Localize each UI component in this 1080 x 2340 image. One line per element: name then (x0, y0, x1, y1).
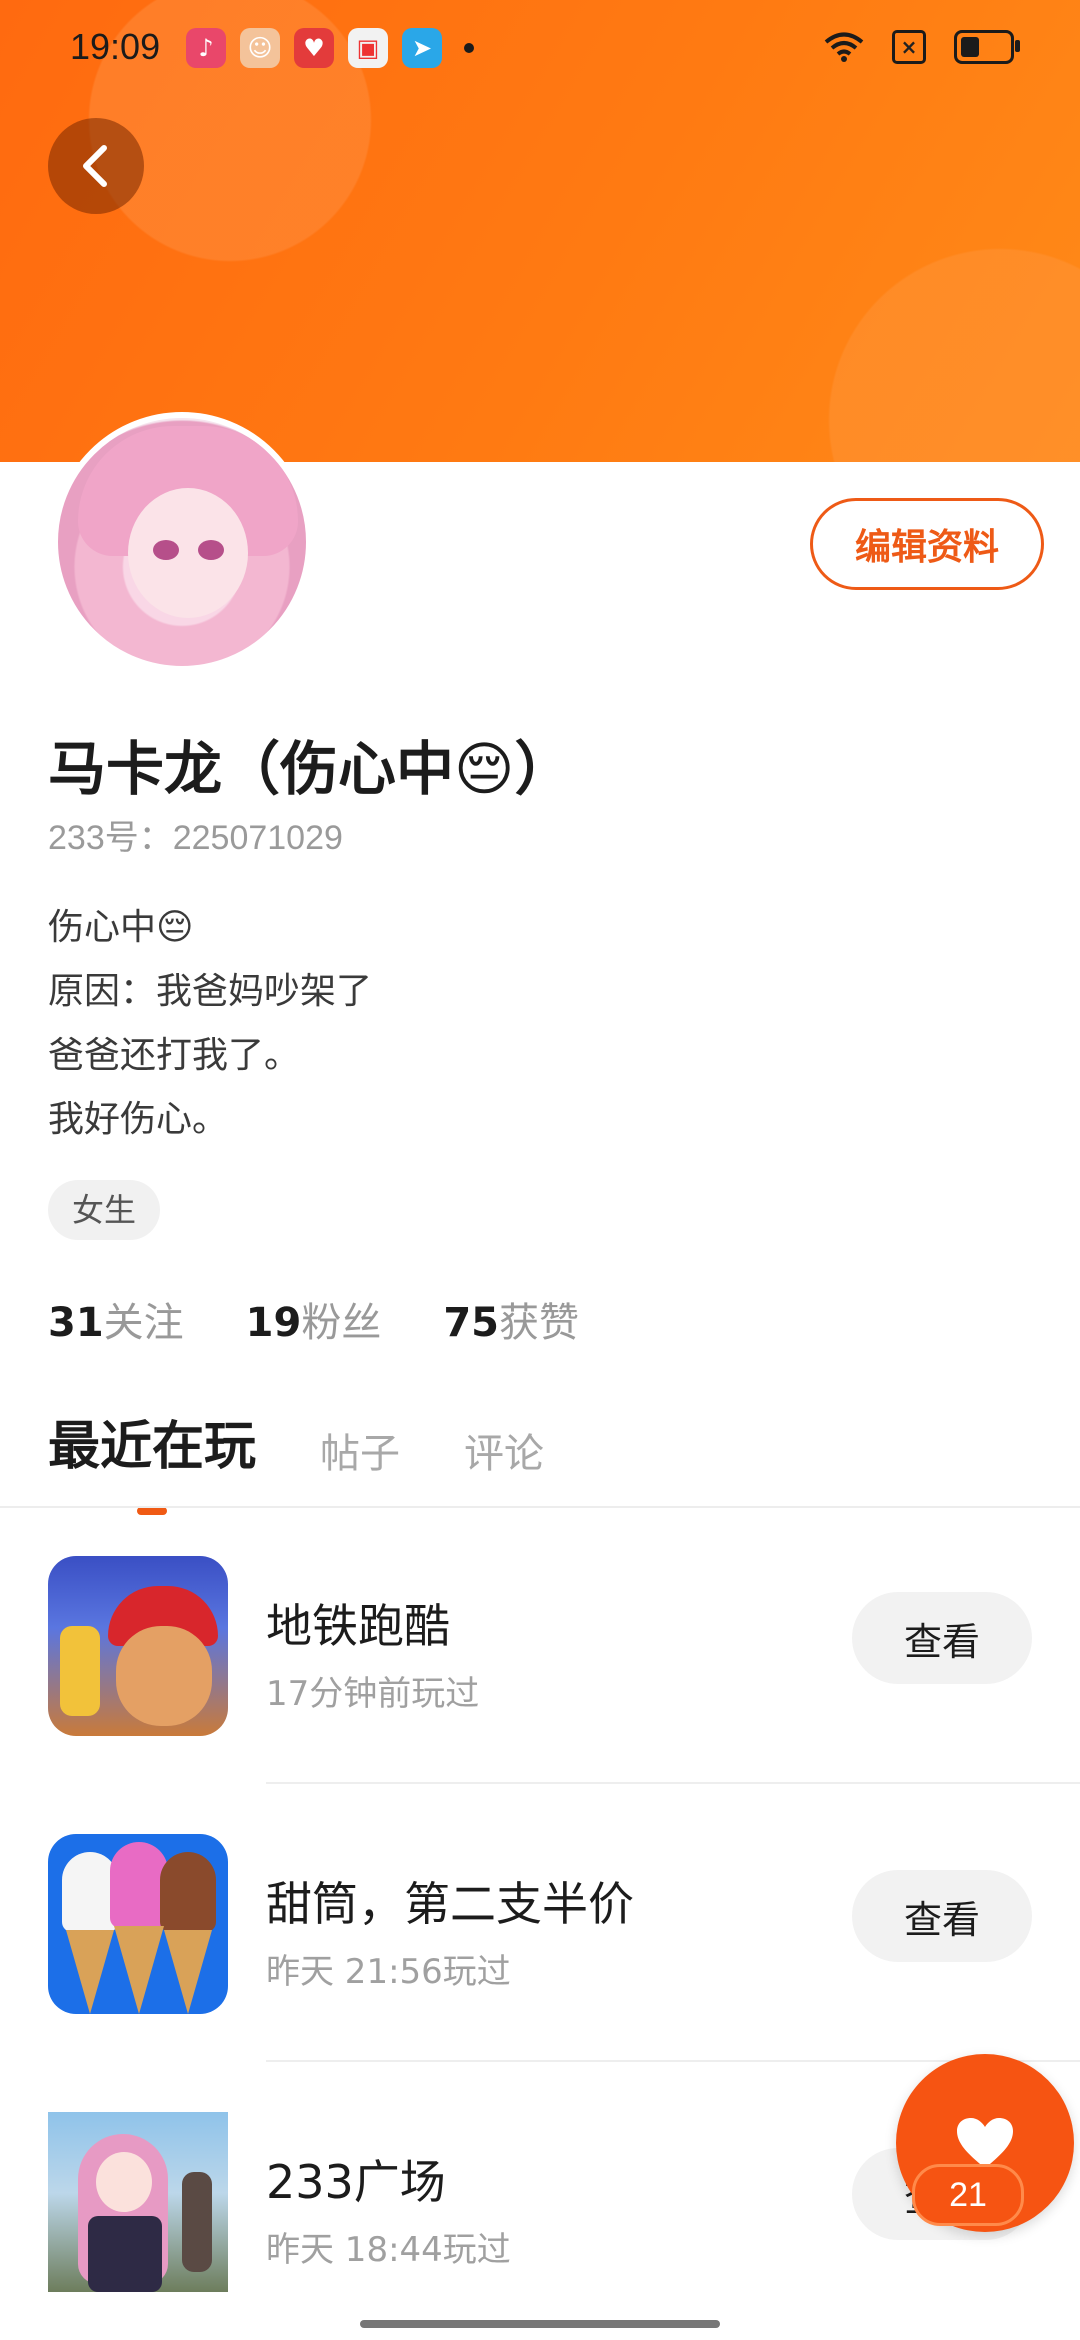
like-count-badge: 21 (912, 2164, 1024, 2226)
game-last-played: 17分钟前玩过 (266, 1674, 480, 1714)
stat-label: 粉丝 (301, 1300, 382, 1346)
game-title: 甜筒，第二支半价 (266, 1877, 634, 1931)
heart-app-icon: ♥ (294, 28, 334, 68)
tab-recently-played[interactable]: 最近在玩 (48, 1404, 256, 1515)
anime-girl-icon (48, 2112, 228, 2292)
home-indicator[interactable] (360, 2320, 720, 2328)
stat-value: 31 (48, 1300, 104, 1346)
list-item[interactable]: 甜筒，第二支半价 昨天 21:56玩过 查看 (0, 1786, 1080, 2062)
stat-following[interactable]: 31关注 (48, 1290, 184, 1348)
game-last-played: 昨天 21:56玩过 (266, 1952, 511, 1992)
view-button[interactable]: 查看 (852, 1870, 1032, 1962)
list-divider (266, 1782, 1080, 1784)
stat-value: 19 (245, 1300, 302, 1346)
username: 马卡龙（伤心中😔） (48, 735, 573, 803)
status-right: × (824, 30, 1020, 64)
bio-line: 原因：我爸妈吵架了 (48, 971, 373, 1012)
stat-followers[interactable]: 19粉丝 (246, 1290, 382, 1348)
list-item[interactable]: 地铁跑酷 17分钟前玩过 查看 (0, 1508, 1080, 1784)
chevron-left-icon (83, 145, 107, 187)
notification-icons: ♪ ☺ ♥ ▣ ➤ (186, 28, 474, 68)
battery-icon (954, 30, 1020, 64)
edit-profile-button[interactable]: 编辑资料 (810, 498, 1044, 590)
tab-posts[interactable]: 帖子 (320, 1421, 400, 1479)
ice-cream-cone-icon (48, 1834, 228, 2014)
stat-label: 关注 (103, 1300, 184, 1346)
back-button[interactable] (48, 118, 144, 214)
stats-row: 31关注 19粉丝 75获赞 (48, 1290, 579, 1348)
heart-icon (957, 2118, 1013, 2168)
stat-likes[interactable]: 75获赞 (443, 1290, 579, 1348)
profile-tabs: 最近在玩 帖子 评论 (48, 1404, 544, 1515)
character-app-icon: ☺ (240, 28, 280, 68)
wifi-icon (824, 32, 864, 62)
more-notifications-dot (464, 43, 474, 53)
telegram-icon: ➤ (402, 28, 442, 68)
game-title: 233广场 (266, 2155, 446, 2209)
stat-label: 获赞 (499, 1300, 580, 1346)
status-time: 19:09 (70, 26, 161, 67)
music-app-icon: ♪ (186, 28, 226, 68)
stat-value: 75 (443, 1300, 500, 1346)
game-last-played: 昨天 18:44玩过 (266, 2230, 511, 2270)
gender-tag: 女生 (48, 1180, 161, 1240)
game-title: 地铁跑酷 (266, 1599, 450, 1653)
avatar[interactable] (52, 412, 312, 672)
bio-line: 爸爸还打我了。 (48, 1035, 301, 1076)
bio: 伤心中😔 原因：我爸妈吵架了 爸爸还打我了。 我好伤心。 (48, 896, 372, 1152)
bio-line: 我好伤心。 (48, 1099, 229, 1140)
view-button[interactable]: 查看 (852, 1592, 1032, 1684)
no-sim-icon: × (892, 30, 926, 64)
game-app-icon: ▣ (348, 28, 388, 68)
status-bar: 19:09 ♪ ☺ ♥ ▣ ➤ × (0, 0, 1080, 96)
tab-comments[interactable]: 评论 (464, 1421, 544, 1479)
bio-line: 伤心中😔 (48, 907, 194, 948)
subway-surfers-icon (48, 1556, 228, 1736)
user-id: 233号：225071029 (48, 819, 343, 857)
